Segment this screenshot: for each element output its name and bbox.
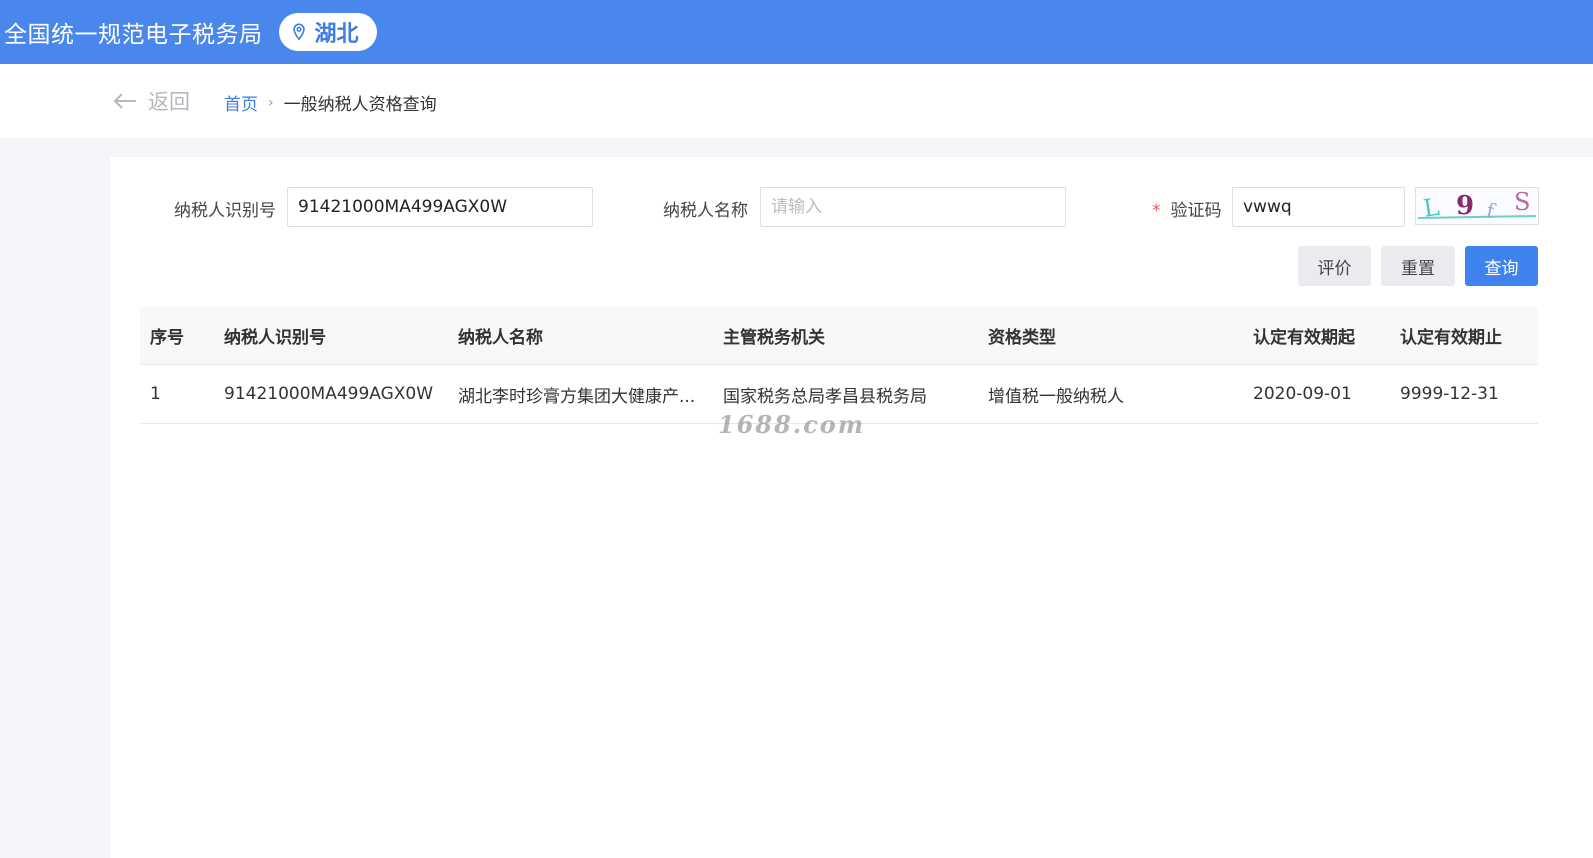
header-taxpayer-id: 纳税人识别号 (224, 328, 326, 348)
captcha-graphic: L 9 f S (1417, 188, 1537, 223)
cell-index: 1 (150, 384, 161, 404)
query-button[interactable]: 查询 (1465, 246, 1538, 286)
query-panel: 纳税人识别号 纳税人名称 * 验证码 L 9 f S 评价 重置 查询 序号 纳税… (110, 157, 1593, 858)
region-selector[interactable]: 湖北 (278, 13, 377, 51)
watermark: 1688.com (718, 410, 866, 439)
breadcrumb: 首页 › 一般纳税人资格查询 (224, 90, 437, 116)
captcha-image[interactable]: L 9 f S (1415, 187, 1539, 225)
header-index: 序号 (150, 328, 184, 348)
arrow-left-icon (113, 93, 136, 109)
captcha-char-2: 9 (1456, 191, 1474, 221)
breadcrumb-separator: › (268, 94, 274, 111)
taxpayer-id-input[interactable] (287, 187, 593, 227)
region-label: 湖北 (314, 22, 359, 47)
cell-tax-authority: 国家税务总局孝昌县税务局 (723, 386, 927, 407)
top-header: 全国统一规范电子税务局 湖北 (0, 0, 1593, 64)
nav-bar: 返回 首页 › 一般纳税人资格查询 (0, 64, 1593, 138)
breadcrumb-current: 一般纳税人资格查询 (283, 95, 437, 115)
captcha-char-3: f (1484, 198, 1498, 223)
cell-valid-to: 9999-12-31 (1400, 384, 1499, 404)
required-mark: * (1152, 201, 1161, 221)
back-button[interactable]: 返回 (112, 86, 190, 116)
back-label: 返回 (148, 90, 190, 114)
header-qualification-type: 资格类型 (988, 328, 1056, 348)
taxpayer-id-label: 纳税人识别号 (174, 201, 276, 221)
cell-qualification-type: 增值税一般纳税人 (988, 386, 1124, 407)
header-valid-from: 认定有效期起 (1253, 328, 1355, 348)
header-tax-authority: 主管税务机关 (723, 328, 825, 348)
captcha-char-1: L (1422, 193, 1442, 223)
captcha-char-4: S (1514, 188, 1530, 216)
captcha-label: 验证码 (1170, 201, 1222, 221)
app-title: 全国统一规范电子税务局 (4, 22, 263, 48)
location-pin-icon (292, 23, 305, 41)
evaluate-button[interactable]: 评价 (1298, 246, 1371, 286)
results-table: 序号 纳税人识别号 纳税人名称 主管税务机关 资格类型 认定有效期起 认定有效期… (140, 307, 1538, 424)
cell-taxpayer-name: 湖北李时珍膏方集团大健康产... (458, 386, 696, 407)
taxpayer-name-input[interactable] (760, 187, 1066, 227)
captcha-input[interactable] (1232, 187, 1405, 227)
taxpayer-name-label: 纳税人名称 (663, 201, 748, 221)
header-taxpayer-name: 纳税人名称 (458, 328, 543, 348)
cell-valid-from: 2020-09-01 (1253, 384, 1352, 404)
reset-button[interactable]: 重置 (1381, 246, 1455, 286)
cell-taxpayer-id: 91421000MA499AGX0W (224, 384, 434, 404)
header-valid-to: 认定有效期止 (1400, 328, 1502, 348)
table-header: 序号 纳税人识别号 纳税人名称 主管税务机关 资格类型 认定有效期起 认定有效期… (140, 307, 1538, 365)
breadcrumb-home-link[interactable]: 首页 (224, 90, 258, 115)
captcha-label-wrap: * 验证码 (1152, 196, 1222, 221)
